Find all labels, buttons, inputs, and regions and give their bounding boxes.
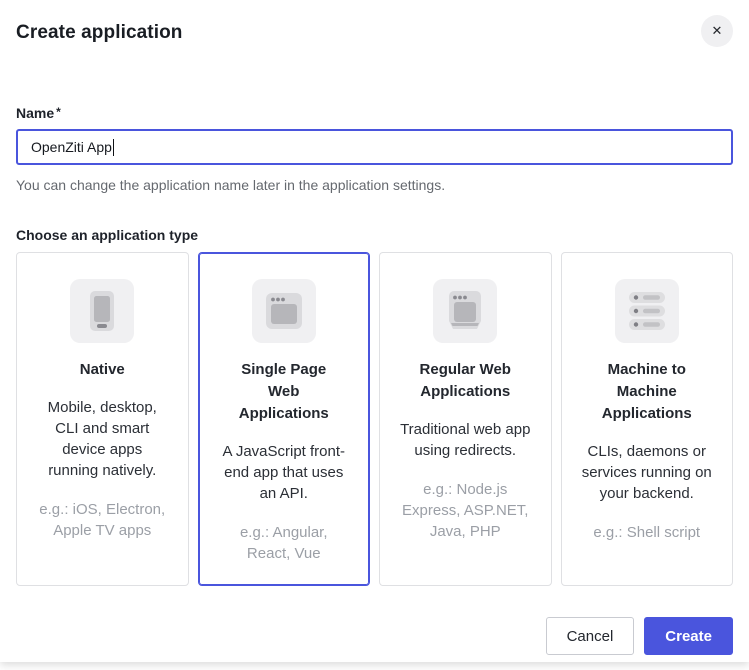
create-application-dialog: Create application ✕ Name* OpenZiti App … <box>0 0 749 662</box>
dialog-header: Create application ✕ <box>16 0 733 55</box>
card-spa[interactable]: Single Page Web Applications A JavaScrip… <box>198 252 371 586</box>
name-helper-text: You can change the application name late… <box>16 177 733 193</box>
card-example: e.g.: Shell script <box>579 522 714 543</box>
desktop-window-icon <box>433 279 497 343</box>
create-button[interactable]: Create <box>644 617 733 655</box>
card-title: Native <box>42 359 162 381</box>
dialog-footer: Cancel Create <box>16 617 733 655</box>
card-title: Regular Web Applications <box>405 359 525 403</box>
card-regular-web[interactable]: Regular Web Applications Traditional web… <box>379 252 552 586</box>
cancel-button[interactable]: Cancel <box>546 617 635 655</box>
card-example: e.g.: Angular, React, Vue <box>216 522 351 564</box>
name-field: Name* OpenZiti App You can change the ap… <box>16 105 733 193</box>
card-description: Mobile, desktop, CLI and smart device ap… <box>36 397 168 481</box>
mobile-phone-icon <box>70 279 134 343</box>
application-type-label: Choose an application type <box>16 227 733 243</box>
dialog-title: Create application <box>16 15 183 44</box>
close-button[interactable]: ✕ <box>701 15 733 47</box>
card-m2m[interactable]: Machine to Machine Applications CLIs, da… <box>561 252 734 586</box>
card-title: Machine to Machine Applications <box>587 359 707 425</box>
card-example: e.g.: iOS, Electron, Apple TV apps <box>35 499 170 541</box>
name-label: Name* <box>16 105 733 121</box>
server-stack-icon <box>615 279 679 343</box>
application-name-value: OpenZiti App <box>31 139 112 155</box>
card-description: Traditional web app using redirects. <box>399 419 531 461</box>
close-icon: ✕ <box>712 23 723 39</box>
required-asterisk: * <box>56 105 61 119</box>
card-example: e.g.: Node.js Express, ASP.NET, Java, PH… <box>398 479 533 542</box>
browser-window-icon <box>252 279 316 343</box>
application-type-grid: Native Mobile, desktop, CLI and smart de… <box>16 252 733 586</box>
card-native[interactable]: Native Mobile, desktop, CLI and smart de… <box>16 252 189 586</box>
card-description: CLIs, daemons or services running on you… <box>581 441 713 504</box>
card-description: A JavaScript front-end app that uses an … <box>218 441 350 504</box>
card-title: Single Page Web Applications <box>224 359 344 425</box>
text-cursor <box>113 139 115 156</box>
application-name-input[interactable]: OpenZiti App <box>16 129 733 165</box>
